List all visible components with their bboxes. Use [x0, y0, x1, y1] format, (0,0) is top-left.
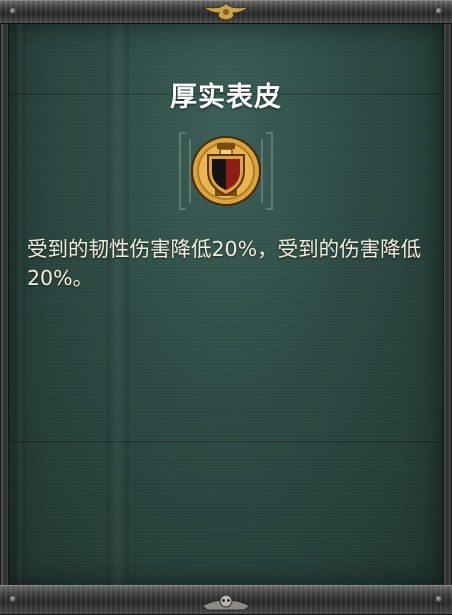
tooltip-frame: 厚实表皮 受到的韧性伤害降低20%，受到的伤害降低20%。 [0, 0, 452, 615]
rivet [436, 596, 442, 602]
ability-title: 厚实表皮 [170, 82, 282, 113]
tooltip-panel: 厚实表皮 受到的韧性伤害降低20%，受到的伤害降低20%。 [8, 22, 444, 587]
ability-description: 受到的韧性伤害降低20%，受到的伤害降低20%。 [27, 237, 422, 290]
rivet [436, 8, 442, 14]
skull-emblem-icon [201, 594, 251, 611]
shield-buff-icon [179, 132, 273, 210]
rivet [10, 8, 16, 14]
rivet [10, 596, 16, 602]
bottom-frame-bar [0, 585, 452, 615]
ability-icon [176, 129, 276, 213]
top-frame-bar [0, 0, 452, 24]
background-line [9, 441, 443, 443]
eagle-emblem-icon [202, 2, 250, 21]
